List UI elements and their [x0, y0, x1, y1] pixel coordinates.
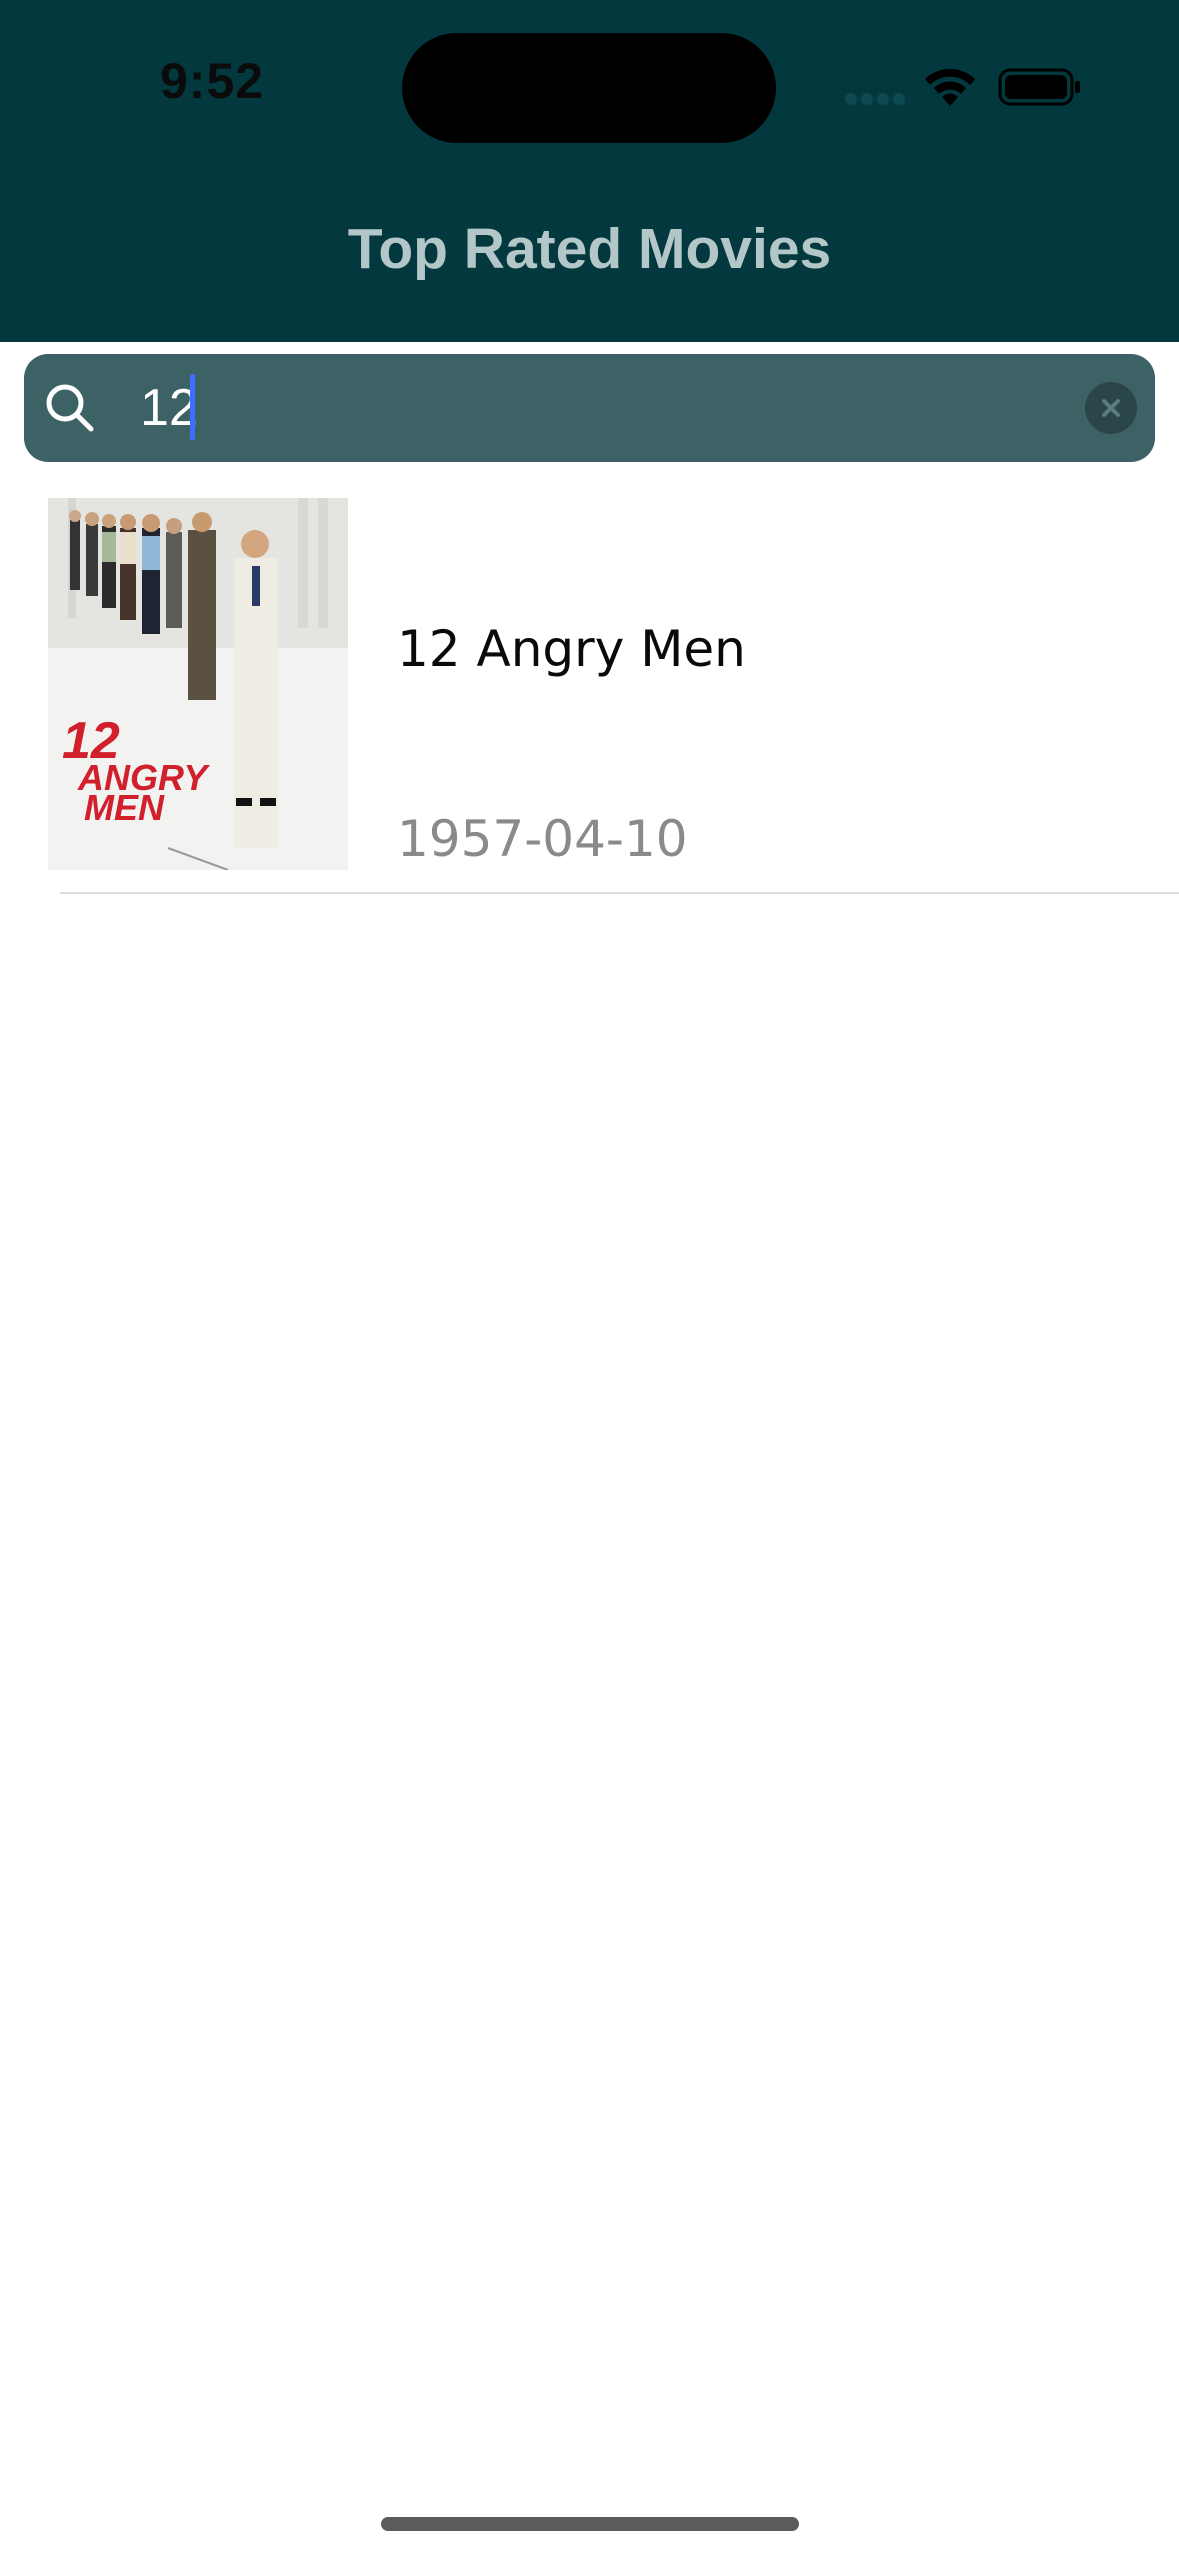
clear-search-button[interactable] — [1085, 382, 1137, 434]
movie-title: 12 Angry Men — [397, 620, 746, 678]
home-indicator[interactable] — [381, 2517, 799, 2531]
page-title: Top Rated Movies — [347, 217, 832, 281]
clear-icon — [1102, 399, 1120, 417]
movie-release-date: 1957-04-10 — [397, 810, 688, 868]
text-caret — [190, 374, 195, 440]
battery-icon — [998, 68, 1080, 106]
search-bar[interactable] — [24, 354, 1155, 462]
navigation-header: 9:52 Top Rated Movies — [0, 0, 1179, 342]
search-icon — [46, 384, 94, 432]
wifi-icon — [925, 68, 975, 106]
dynamic-island — [402, 33, 776, 143]
movie-poster-image: 12 ANGRY MEN — [48, 498, 348, 870]
cellular-signal-icon — [845, 93, 907, 107]
search-input[interactable] — [116, 372, 1040, 444]
app-screen: 9:52 Top Rated Movies 12 12 ANGRY MEN 12… — [0, 0, 1179, 2556]
status-time: 9:52 — [160, 53, 265, 109]
movie-list-item[interactable]: 12 ANGRY MEN 12 Angry Men 1957-04-10 — [0, 480, 1179, 894]
row-divider — [60, 892, 1179, 894]
svg-text:MEN: MEN — [84, 787, 165, 828]
